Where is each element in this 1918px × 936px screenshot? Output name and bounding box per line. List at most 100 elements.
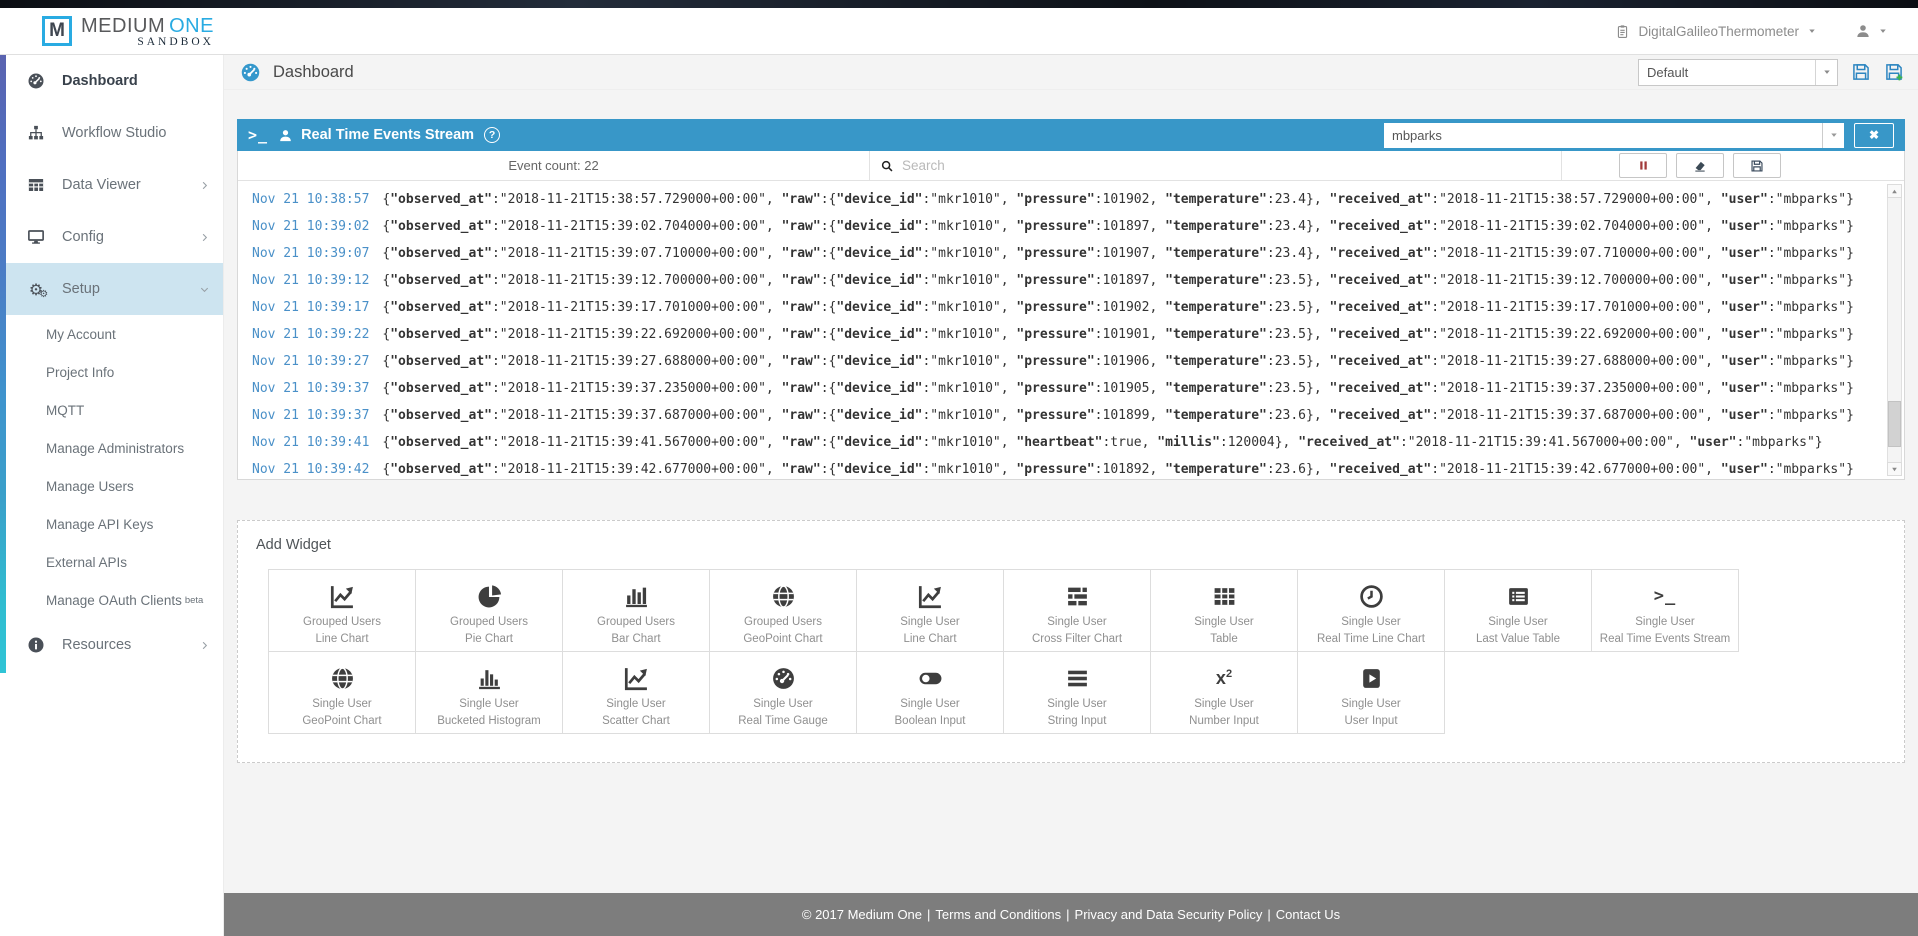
- widget-label-line2: Cross Filter Chart: [1032, 633, 1122, 645]
- event-json: {"observed_at":"2018-11-21T15:38:57.7290…: [382, 192, 1854, 207]
- widget-label-line1: Single User: [900, 698, 959, 710]
- widget-label-line2: Boolean Input: [895, 715, 966, 727]
- widget-label-line2: Line Chart: [903, 633, 956, 645]
- scrollbar-thumb[interactable]: [1888, 401, 1901, 447]
- list-table-icon: [1506, 581, 1531, 611]
- widget-label-line1: Single User: [1047, 698, 1106, 710]
- sidebar-item-config[interactable]: Config: [0, 211, 223, 263]
- chevron-down-icon: [1878, 26, 1888, 36]
- clear-stream-button[interactable]: [1676, 153, 1724, 178]
- save-dashboard-button[interactable]: [1851, 62, 1871, 82]
- pause-stream-button[interactable]: [1619, 153, 1667, 178]
- dashboard-preset-select[interactable]: Default: [1638, 59, 1838, 86]
- user-filter-select[interactable]: [1384, 123, 1844, 148]
- sidebar-item-dashboard[interactable]: Dashboard: [0, 55, 223, 107]
- dashboard-header-bar: Dashboard Default: [224, 55, 1918, 90]
- search-box[interactable]: [870, 151, 1562, 180]
- sidebar-subitem-project-info[interactable]: Project Info: [0, 353, 223, 391]
- event-log-row: Nov 21 10:39:22{"observed_at":"2018-11-2…: [238, 321, 1904, 348]
- events-log[interactable]: Nov 21 10:38:57{"observed_at":"2018-11-2…: [238, 181, 1904, 479]
- widget-single-user-line-chart[interactable]: Single UserLine Chart: [856, 569, 1004, 652]
- info-icon: [26, 636, 46, 654]
- chevron-down-icon: [199, 284, 210, 295]
- sidebar-subitem-my-account[interactable]: My Account: [0, 315, 223, 353]
- widget-title: Real Time Events Stream: [301, 127, 474, 143]
- footer-link-contact-us[interactable]: Contact Us: [1276, 907, 1340, 922]
- sidebar-item-setup[interactable]: ⚙⚙Setup: [0, 263, 223, 315]
- widget-label-line1: Grouped Users: [450, 616, 528, 628]
- sidebar-item-label: Config: [62, 229, 104, 245]
- sidebar-item-workflow-studio[interactable]: Workflow Studio: [0, 107, 223, 159]
- sidebar-subitem-manage-users[interactable]: Manage Users: [0, 467, 223, 505]
- medium-one-logo-icon: M: [42, 16, 72, 46]
- pie-chart-icon: [477, 581, 502, 611]
- brand-medium: MEDIUM: [81, 15, 165, 37]
- scroll-up-button[interactable]: [1887, 184, 1902, 198]
- event-log-row: Nov 21 10:39:37{"observed_at":"2018-11-2…: [238, 375, 1904, 402]
- widget-single-user-boolean-input[interactable]: Single User Boolean Input: [856, 651, 1004, 734]
- page-title: Dashboard: [273, 63, 354, 82]
- play-square-icon: [1359, 663, 1384, 693]
- widget-grouped-users-line-chart[interactable]: Grouped UsersLine Chart: [268, 569, 416, 652]
- save-stream-button[interactable]: [1733, 153, 1781, 178]
- scroll-down-button[interactable]: [1887, 462, 1902, 476]
- widget-single-user-cross-filter-chart[interactable]: Single UserCross Filter Chart: [1003, 569, 1151, 652]
- sidebar-subitem-manage-administrators[interactable]: Manage Administrators: [0, 429, 223, 467]
- user-filter-input[interactable]: [1384, 123, 1822, 148]
- widget-single-user-string-input[interactable]: Single UserString Input: [1003, 651, 1151, 734]
- globe-icon: [330, 663, 355, 693]
- event-json: {"observed_at":"2018-11-21T15:39:02.7040…: [382, 219, 1854, 234]
- widget-single-user-number-input[interactable]: x2Single UserNumber Input: [1150, 651, 1298, 734]
- vertical-scrollbar[interactable]: [1887, 184, 1902, 476]
- widget-label-line1: Grouped Users: [303, 616, 381, 628]
- footer-link-privacy-and-data-security-policy[interactable]: Privacy and Data Security Policy: [1075, 907, 1263, 922]
- app-header: M MEDIUMONE SANDBOX DigitalGalileoThermo…: [0, 8, 1918, 55]
- widget-grouped-users-bar-chart[interactable]: Grouped UsersBar Chart: [562, 569, 710, 652]
- sidebar-subitem-external-apis[interactable]: External APIs: [0, 543, 223, 581]
- terminal-icon: >_: [1654, 581, 1676, 611]
- widget-single-user-real-time-gauge[interactable]: Single UserReal Time Gauge: [709, 651, 857, 734]
- event-json: {"observed_at":"2018-11-21T15:39:37.6870…: [382, 408, 1854, 423]
- widget-single-user-user-input[interactable]: Single UserUser Input: [1297, 651, 1445, 734]
- widget-grouped-users-geopoint-chart[interactable]: Grouped UsersGeoPoint Chart: [709, 569, 857, 652]
- footer-separator: |: [1066, 907, 1069, 922]
- event-log-row: Nov 21 10:39:12{"observed_at":"2018-11-2…: [238, 267, 1904, 294]
- medium-one-logo[interactable]: M MEDIUMONE SANDBOX: [42, 15, 214, 48]
- event-timestamp: Nov 21 10:39:02: [252, 219, 369, 234]
- close-widget-button[interactable]: ✖: [1854, 123, 1894, 148]
- widget-single-user-bucketed-histogram[interactable]: Single UserBucketed Histogram: [415, 651, 563, 734]
- sidebar-subitem-label: Manage Administrators: [46, 441, 184, 456]
- top-banner: [0, 0, 1918, 8]
- widget-single-user-scatter-chart[interactable]: Single UserScatter Chart: [562, 651, 710, 734]
- search-input[interactable]: [902, 158, 1551, 173]
- sidebar-item-resources[interactable]: Resources: [0, 619, 223, 671]
- widget-single-user-geopoint-chart[interactable]: Single UserGeoPoint Chart: [268, 651, 416, 734]
- widget-grouped-users-pie-chart[interactable]: Grouped UsersPie Chart: [415, 569, 563, 652]
- sidebar-subitem-label: Manage API Keys: [46, 517, 153, 532]
- beta-badge: beta: [185, 595, 204, 606]
- footer-separator: |: [927, 907, 930, 922]
- widget-single-user-real-time-line-chart[interactable]: Single UserReal Time Line Chart: [1297, 569, 1445, 652]
- widget-label-line1: Single User: [1488, 616, 1547, 628]
- sidebar-item-data-viewer[interactable]: Data Viewer: [0, 159, 223, 211]
- sidebar: DashboardWorkflow StudioData Viewer Confi…: [0, 55, 224, 936]
- sidebar-subitem-manage-oauth-clients[interactable]: Manage OAuth Clientsbeta: [0, 581, 223, 619]
- widget-single-user-real-time-events-stream[interactable]: >_Single UserReal Time Events Stream: [1591, 569, 1739, 652]
- help-icon[interactable]: ?: [484, 127, 500, 143]
- sidebar-subitem-manage-api-keys[interactable]: Manage API Keys: [0, 505, 223, 543]
- user-menu[interactable]: [1855, 23, 1888, 39]
- save-new-dashboard-button[interactable]: [1884, 62, 1904, 82]
- widget-label-line2: Last Value Table: [1476, 633, 1560, 645]
- widget-single-user-last-value-table[interactable]: Single User Last Value Table: [1444, 569, 1592, 652]
- widget-gallery: Grouped UsersLine ChartGrouped UsersPie …: [268, 569, 1888, 734]
- brand-text: MEDIUMONE SANDBOX: [81, 15, 214, 48]
- project-selector[interactable]: DigitalGalileoThermometer: [1615, 24, 1817, 39]
- main-content: Dashboard Default >_ Real Time Events St…: [224, 55, 1918, 936]
- event-log-row: Nov 21 10:39:17{"observed_at":"2018-11-2…: [238, 294, 1904, 321]
- footer-link-terms-and-conditions[interactable]: Terms and Conditions: [935, 907, 1061, 922]
- save-icon: [1750, 159, 1764, 173]
- sidebar-subitem-mqtt[interactable]: MQTT: [0, 391, 223, 429]
- table-icon: [26, 176, 46, 194]
- event-json: {"observed_at":"2018-11-21T15:39:37.2350…: [382, 381, 1854, 396]
- widget-single-user-table[interactable]: Single UserTable: [1150, 569, 1298, 652]
